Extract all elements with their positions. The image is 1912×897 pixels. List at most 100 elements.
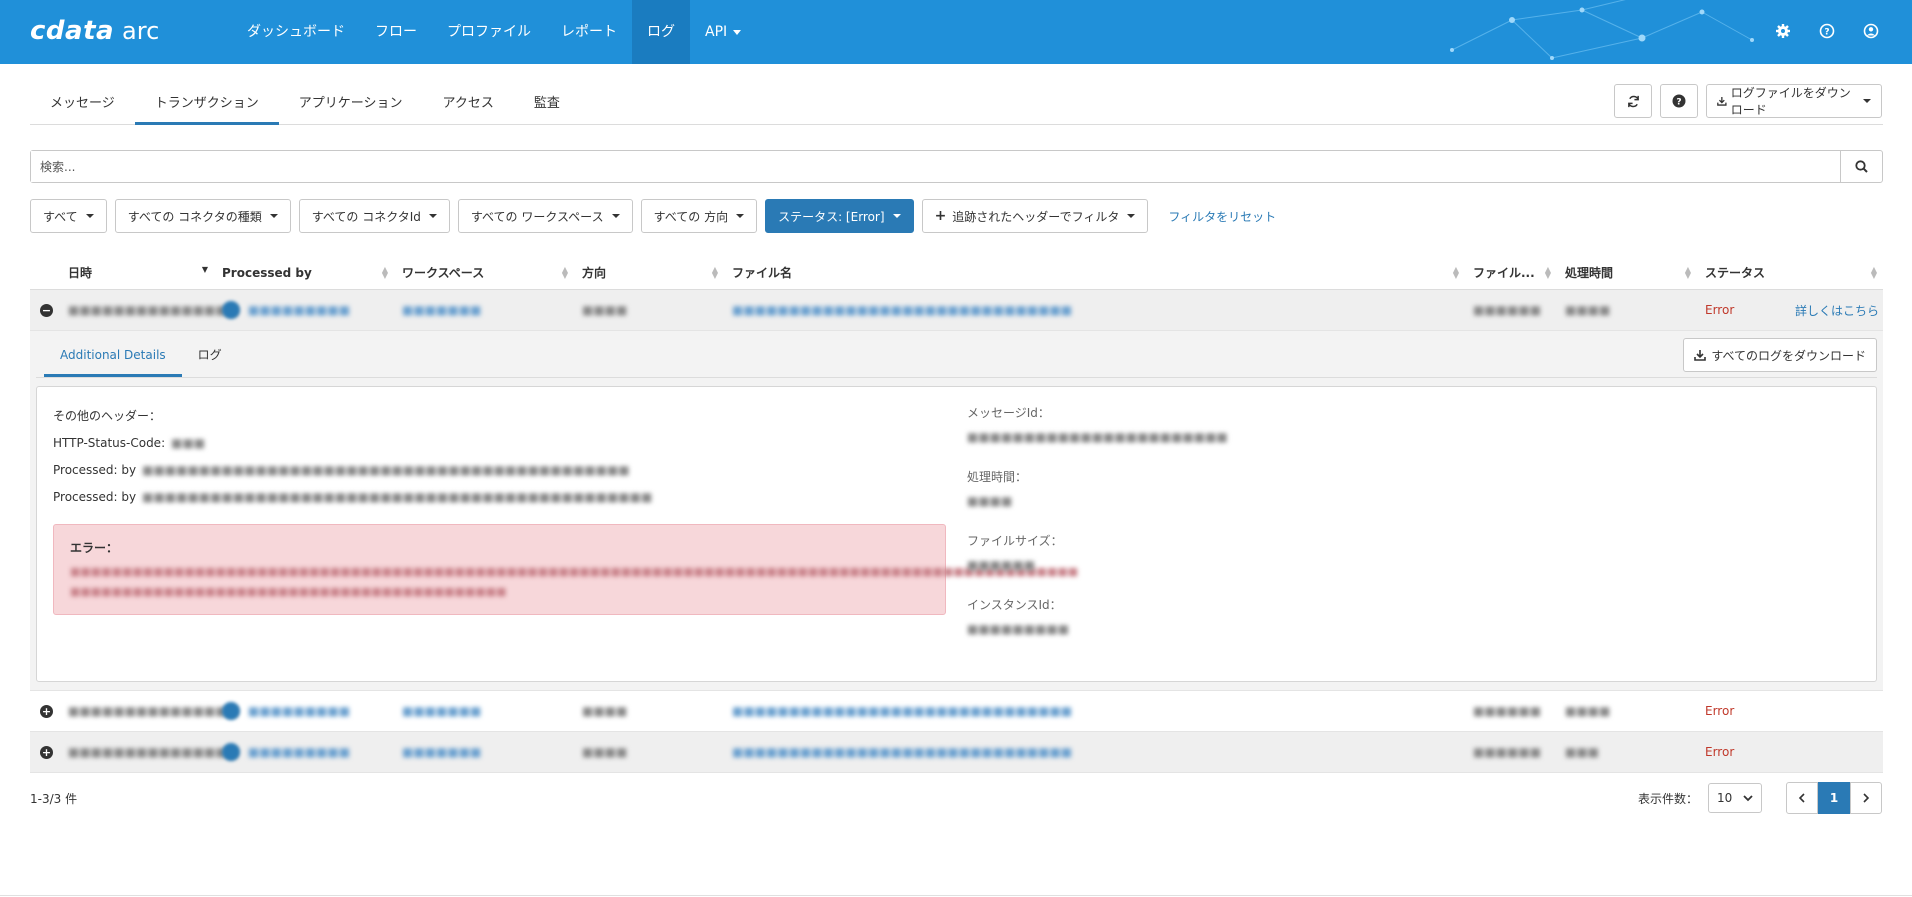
workspace-value[interactable]: ■■■■■■■ <box>402 704 481 718</box>
product-name: arc <box>122 17 160 45</box>
col-header-filesize[interactable]: ファイル... ▲ ▼ <box>1465 256 1557 290</box>
filesize-cell: ■■■■■■ <box>1465 732 1557 773</box>
prev-page-button[interactable] <box>1786 782 1818 814</box>
help-icon[interactable]: ? <box>1816 20 1838 42</box>
user-account-icon[interactable] <box>1860 20 1882 42</box>
col-header-direction[interactable]: 方向 ▲ ▼ <box>574 256 724 290</box>
tab-log[interactable]: ログ <box>182 331 238 377</box>
expand-column-header <box>30 256 60 290</box>
processed-by-value[interactable]: ■■■■■■■■■ <box>248 704 350 718</box>
chevron-down-icon <box>1863 99 1871 103</box>
col-header-workspace[interactable]: ワークスペース ▲ ▼ <box>394 256 574 290</box>
col-header-filename[interactable]: ファイル名 ▲ ▼ <box>724 256 1465 290</box>
filesize-cell: ■■■■■■ <box>1465 691 1557 732</box>
log-tabs: メッセージ トランザクション アプリケーション アクセス 監査 <box>30 86 1883 125</box>
workspace-value[interactable]: ■■■■■■■ <box>402 303 481 317</box>
filename-value[interactable]: ■■■■■■■■■■■■■■■■■■■■■■■■■■■■■■ <box>732 704 1072 718</box>
col-header-datetime[interactable]: 日時 ▼ <box>60 256 214 290</box>
filter-status[interactable]: ステータス: [Error] <box>765 199 914 233</box>
svg-text:?: ? <box>1824 28 1829 38</box>
nav-profile[interactable]: プロファイル <box>432 0 546 64</box>
col-header-filesize-label: ファイル... <box>1473 265 1535 280</box>
next-page-button[interactable] <box>1850 782 1882 814</box>
filename-value[interactable]: ■■■■■■■■■■■■■■■■■■■■■■■■■■■■■■ <box>732 745 1072 759</box>
tab-audit[interactable]: 監査 <box>514 86 580 125</box>
filter-tracked-header[interactable]: + 追跡されたヘッダーでフィルタ <box>921 199 1149 233</box>
message-id-group: メッセージId： ■■■■■■■■■■■■■■■■■■■■■■■ <box>967 403 1228 451</box>
sort-icon: ▲ ▼ <box>381 264 388 280</box>
page-size-select[interactable]: 10 <box>1708 783 1762 813</box>
filter-all[interactable]: すべて <box>30 199 107 233</box>
table-row[interactable]: − ■■■■■■■■■■■■■■■ ■■■■■■■■■ ■■■■■■■ ■■■■… <box>30 290 1883 331</box>
filename-value[interactable]: ■■■■■■■■■■■■■■■■■■■■■■■■■■■■■■ <box>732 303 1072 317</box>
refresh-icon <box>1627 95 1639 107</box>
workspace-cell: ■■■■■■■ <box>394 290 574 331</box>
tab-additional-details[interactable]: Additional Details <box>44 331 182 377</box>
detail-tabs: Additional Details ログ <box>36 331 1877 378</box>
brand-name: cdata <box>30 16 115 46</box>
avatar <box>222 301 240 319</box>
filename-cell: ■■■■■■■■■■■■■■■■■■■■■■■■■■■■■■ <box>724 732 1465 773</box>
http-status-label: HTTP-Status-Code: <box>53 436 166 450</box>
chevron-down-icon <box>611 214 620 218</box>
nav-dashboard[interactable]: ダッシュボード <box>232 0 360 64</box>
filter-workspace[interactable]: すべての ワークスペース <box>457 199 633 233</box>
col-header-processed-by[interactable]: Processed by ▲ ▼ <box>214 256 394 290</box>
workspace-value[interactable]: ■■■■■■■ <box>402 745 481 759</box>
tab-transactions[interactable]: トランザクション <box>134 86 279 125</box>
filter-all-label: すべて <box>43 209 78 224</box>
filter-connector-type[interactable]: すべての コネクタの種類 <box>114 199 291 233</box>
processed-by-value[interactable]: ■■■■■■■■■ <box>248 303 350 317</box>
help-button[interactable]: ? <box>1660 84 1698 118</box>
pagination: 表示件数： 10 1 <box>1638 782 1882 814</box>
filter-direction[interactable]: すべての 方向 <box>640 199 758 233</box>
status-badge: Error <box>1705 303 1735 317</box>
expand-icon[interactable]: + <box>40 704 53 718</box>
chevron-down-icon <box>428 214 437 218</box>
filesize-value: ■■■■■■ <box>1473 303 1542 317</box>
table-row[interactable]: + ■■■■■■■■■■■■■■■ ■■■■■■■■■ ■■■■■■■ ■■■■… <box>30 691 1883 732</box>
filter-connector-id[interactable]: すべての コネクタId <box>298 199 450 233</box>
tab-messages[interactable]: メッセージ <box>30 86 135 125</box>
error-message: ■■■■■■■■■■■■■■■■■■■■■■■■■■■■■■■■■■■■■■■■… <box>70 565 1079 598</box>
datetime-value: ■■■■■■■■■■■■■■■ <box>68 303 239 317</box>
filesize-value: ■■■■■■ <box>1473 704 1542 718</box>
filter-direction-label: すべての 方向 <box>653 209 729 224</box>
filter-connector-id-label: すべての コネクタId <box>311 209 421 224</box>
tab-application[interactable]: アプリケーション <box>279 86 423 125</box>
nav-report[interactable]: レポート <box>546 0 632 64</box>
reset-filters-link[interactable]: フィルタをリセット <box>1168 208 1276 225</box>
tab-access[interactable]: アクセス <box>423 86 514 125</box>
collapse-icon[interactable]: − <box>40 303 53 317</box>
col-header-processed-by-label: Processed by <box>222 265 312 280</box>
nav-api[interactable]: API <box>690 0 756 64</box>
error-label: エラー： <box>70 541 119 555</box>
search-input[interactable] <box>31 151 1840 182</box>
filter-connector-type-label: すべての コネクタの種類 <box>127 209 262 224</box>
datetime-cell: ■■■■■■■■■■■■■■■ <box>60 732 238 773</box>
nav-flow[interactable]: フロー <box>360 0 432 64</box>
processing-time-cell: ■■■■ <box>1557 290 1697 331</box>
download-logfile-label: ログファイルをダウンロード <box>1730 86 1851 117</box>
expand-icon[interactable]: + <box>40 745 53 759</box>
table-row[interactable]: + ■■■■■■■■■■■■■■■ ■■■■■■■■■ ■■■■■■■ ■■■■… <box>30 732 1883 773</box>
filter-bar: すべて すべての コネクタの種類 すべての コネクタId すべての ワークスペー… <box>30 199 1276 233</box>
col-header-status-label: ステータス <box>1705 265 1766 280</box>
processing-time-detail-value: ■■■■ <box>967 494 1013 508</box>
nav-log[interactable]: ログ <box>632 0 690 64</box>
sort-icon: ▲ ▼ <box>1870 264 1877 280</box>
refresh-button[interactable] <box>1614 84 1652 118</box>
download-all-logs-button[interactable]: すべてのログをダウンロード <box>1683 338 1877 372</box>
download-logfile-button[interactable]: ログファイルをダウンロード <box>1706 84 1882 118</box>
col-header-status[interactable]: ステータス ▲ ▼ <box>1697 256 1883 290</box>
details-right-column: メッセージId： ■■■■■■■■■■■■■■■■■■■■■■■ 処理時間： ■… <box>967 403 1228 659</box>
page-1-button[interactable]: 1 <box>1818 782 1850 814</box>
col-header-processing-time[interactable]: 処理時間 ▲ ▼ <box>1557 256 1697 290</box>
processed-by-value[interactable]: ■■■■■■■■■ <box>248 745 350 759</box>
processing-time-label: 処理時間： <box>967 470 1028 484</box>
col-header-workspace-label: ワークスペース <box>402 265 485 280</box>
app-logo[interactable]: cdata arc <box>30 16 159 46</box>
search-button[interactable] <box>1840 151 1882 182</box>
learn-more-link[interactable]: 詳しくはこちら <box>1795 302 1879 319</box>
gear-icon[interactable] <box>1772 20 1794 42</box>
